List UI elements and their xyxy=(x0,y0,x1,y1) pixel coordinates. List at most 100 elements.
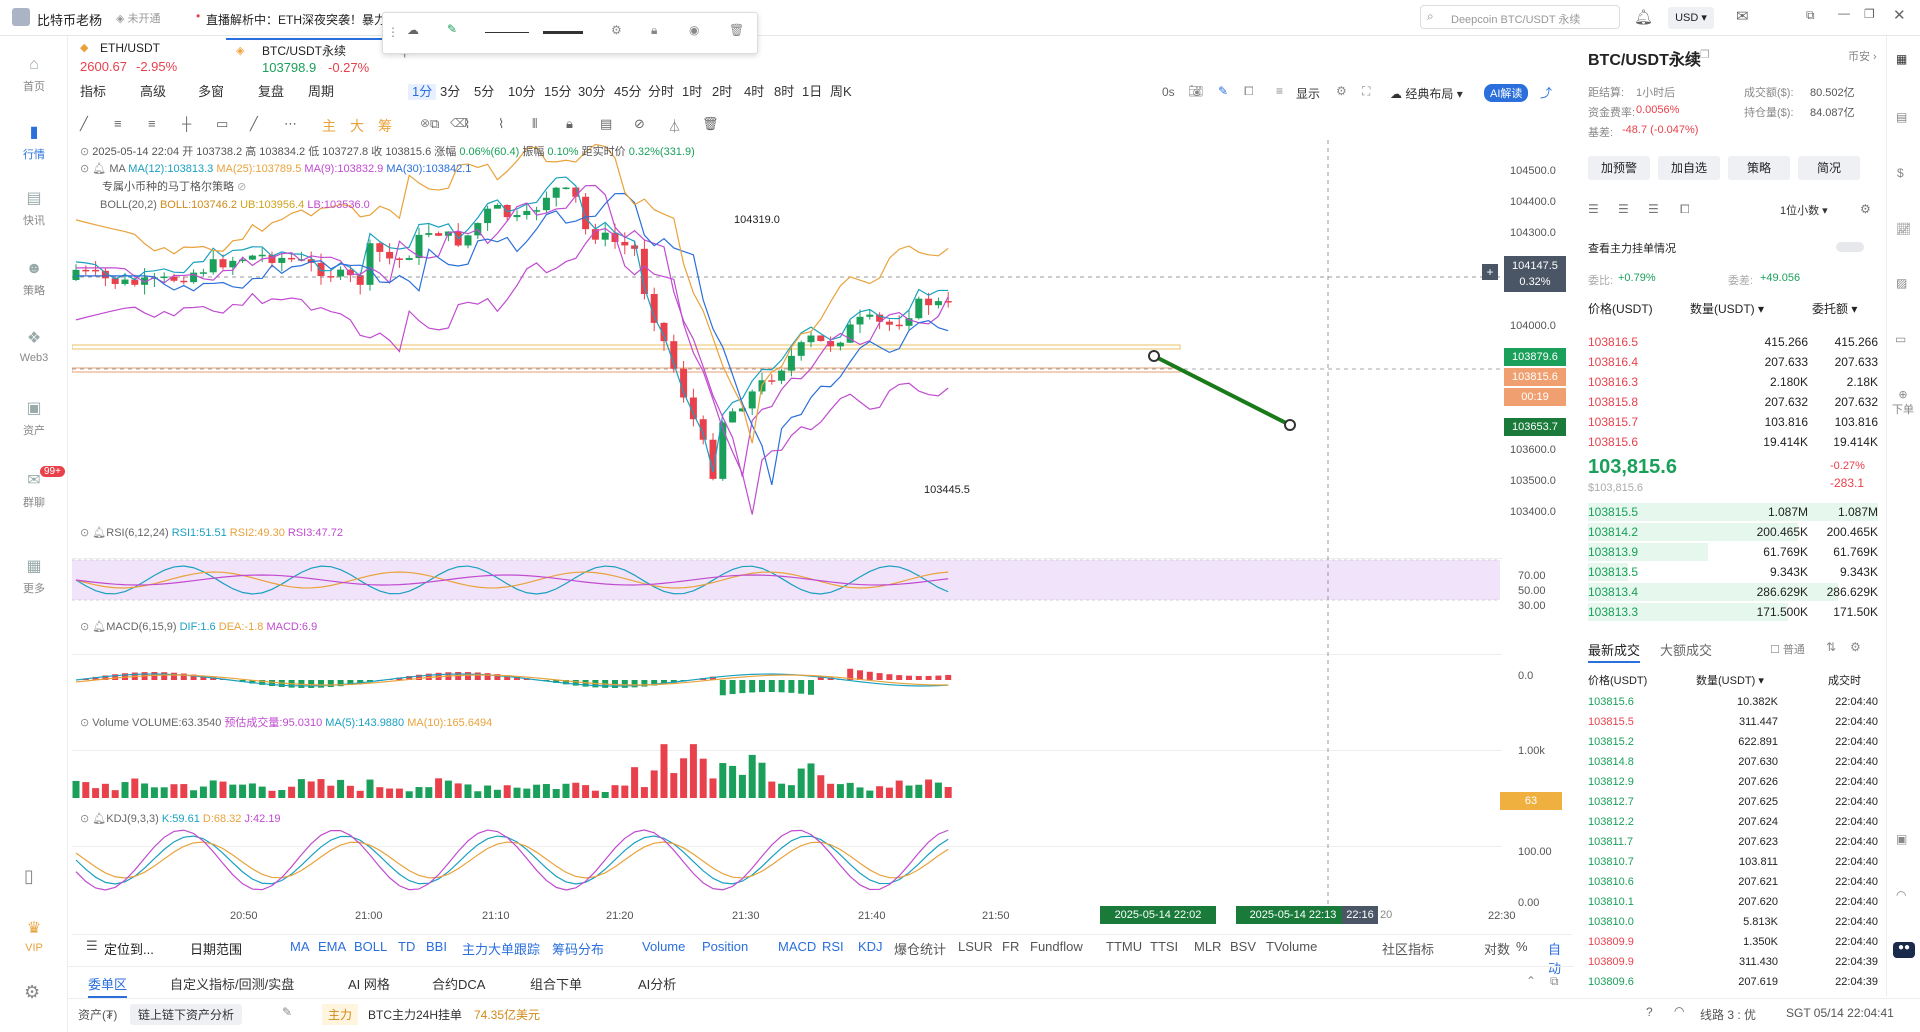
draw-tool-6-icon[interactable]: ⋯ xyxy=(284,116,297,132)
sort-icon[interactable]: ⇅ xyxy=(1826,640,1836,654)
expand-icon[interactable]: ⧉ xyxy=(1550,974,1559,989)
period-2[interactable]: 多窗 xyxy=(198,84,224,100)
nav-wallet[interactable]: ▣ 资产 xyxy=(0,400,68,438)
nav-home[interactable]: ⌂ 首页 xyxy=(0,56,68,94)
tab-big-trades[interactable]: 大额成交 xyxy=(1660,640,1712,659)
bot-icon[interactable]: ●● xyxy=(1893,942,1915,958)
ask-row[interactable]: 103816.4 207.633 207.633 xyxy=(1588,352,1878,372)
draw-tool-10-icon[interactable]: ⧉ xyxy=(430,116,439,132)
tab-latest-trades[interactable]: 最新成交 xyxy=(1588,640,1641,663)
window-icon[interactable]: ⧠ xyxy=(1244,84,1254,99)
currency-select[interactable]: USD ▾ xyxy=(1668,7,1714,29)
layout-button[interactable]: ☁ 经典布局 ▾ xyxy=(1390,85,1463,102)
draw-tool-2-icon[interactable]: ≡ xyxy=(148,116,156,131)
line-style-select[interactable] xyxy=(485,32,529,33)
draw-tool-13-icon[interactable]: ⫴ xyxy=(532,116,537,132)
collapse-icon[interactable]: ⊙ 🔔︎ xyxy=(80,813,106,825)
collapse-icon[interactable]: ⊙ 🔔︎ xyxy=(80,163,106,175)
axis-mode-1[interactable]: % xyxy=(1516,939,1528,954)
indicator-item[interactable]: BBI xyxy=(426,939,447,954)
period-7[interactable]: 5分 xyxy=(474,84,494,100)
period-4[interactable]: 周期 xyxy=(308,84,334,100)
period-1[interactable]: 高级 xyxy=(140,84,166,100)
asset-label[interactable]: 资产(₮) xyxy=(78,1006,117,1023)
action-button-1[interactable]: 加自选 xyxy=(1658,156,1720,180)
indicator-item[interactable]: KDJ xyxy=(858,939,883,954)
help-icon[interactable]: ? xyxy=(1646,1005,1653,1019)
chain-asset-button[interactable]: 链上链下资产分析 xyxy=(130,1004,243,1025)
draw-tool-12-icon[interactable]: ⌇ xyxy=(498,116,504,132)
tab-eth[interactable]: ◆ ETH/USDT 2600.67 -2.95% xyxy=(70,38,222,78)
draw-tool-3-icon[interactable]: ┼ xyxy=(182,116,191,131)
collapse-icon[interactable]: ⊙ 🔔︎ xyxy=(80,621,106,633)
period-18[interactable]: 周K xyxy=(830,84,852,100)
maximize-icon[interactable]: ❐ xyxy=(1864,7,1875,21)
ask-row[interactable]: 103816.3 2.180K 2.18K xyxy=(1588,372,1878,392)
collapse-icon[interactable]: ⊙ xyxy=(80,717,89,729)
indicator-item[interactable]: FR xyxy=(1002,939,1019,954)
settings-icon[interactable]: ⚙ xyxy=(1860,202,1871,216)
draw-tool-5-icon[interactable]: ╱ xyxy=(250,116,258,132)
action-button-3[interactable]: 简况 xyxy=(1798,156,1860,180)
date-range-select[interactable]: 日期范围 xyxy=(190,939,242,958)
collapse-icon[interactable]: ⊙ xyxy=(80,146,89,158)
both-side-icon[interactable]: ☰ xyxy=(1588,202,1599,216)
overlay-tool-2[interactable]: 筹 xyxy=(378,116,392,136)
col-total[interactable]: 委托额 ▾ xyxy=(1812,300,1857,317)
mail-icon[interactable]: ✉ xyxy=(1736,7,1749,25)
indicator-item[interactable]: RSI xyxy=(822,939,844,954)
bid-row[interactable]: 103813.3 171.500K 171.50K xyxy=(1588,602,1878,622)
settings-icon[interactable]: ⚙ xyxy=(1850,640,1861,654)
bottom-tab-1[interactable]: 自定义指标/回测/实盘 xyxy=(170,974,294,993)
nav-chat[interactable]: ✉ 群聊 99+ xyxy=(0,466,68,510)
add-alert-icon[interactable]: + xyxy=(1482,264,1498,280)
share-icon[interactable]: ⤴ xyxy=(1540,84,1552,101)
settings-icon[interactable]: ⚙ xyxy=(1336,84,1347,98)
close-icon[interactable]: ✕ xyxy=(1893,6,1906,24)
draw-tool-16-icon[interactable]: ⊘ xyxy=(634,116,645,132)
indicator-item[interactable]: MACD xyxy=(778,939,816,954)
bottom-tab-4[interactable]: 组合下单 xyxy=(530,974,582,993)
minimize-icon[interactable]: — xyxy=(1838,6,1850,20)
draw-tool-14-icon[interactable]: 🔒︎ xyxy=(566,116,573,132)
hide-icon[interactable]: ⊘ xyxy=(237,181,246,193)
indicator-item[interactable]: TD xyxy=(398,939,415,954)
bottom-tab-5[interactable]: AI分析 xyxy=(638,974,676,993)
bid-row[interactable]: 103813.9 61.769K 61.769K xyxy=(1588,542,1878,562)
list-icon[interactable]: ≡ xyxy=(1276,84,1283,98)
strategy-name[interactable]: 专属小币种的马丁格尔策略 xyxy=(102,181,234,193)
stats-icon[interactable]: 📈︎ xyxy=(1896,222,1911,236)
main-orders-toggle[interactable] xyxy=(1836,242,1864,252)
nav-more[interactable]: ▦ 更多 xyxy=(0,558,68,596)
draw-tool-0-icon[interactable]: ╱ xyxy=(80,116,88,132)
col-qty[interactable]: 数量(USDT) ▾ xyxy=(1690,300,1764,317)
pen-color-icon[interactable]: ✎ xyxy=(447,22,457,36)
ask-row[interactable]: 103815.6 19.414K 19.414K xyxy=(1588,432,1878,452)
period-9[interactable]: 15分 xyxy=(544,84,571,100)
display-button[interactable]: 显示 xyxy=(1296,85,1320,102)
indicator-item[interactable]: EMA xyxy=(318,939,346,954)
lock-icon[interactable]: 🔒︎ xyxy=(651,23,657,38)
exchange-select[interactable]: 币安 › xyxy=(1848,48,1877,64)
ask-row[interactable]: 103815.7 103.816 103.816 xyxy=(1588,412,1878,432)
period-8[interactable]: 10分 xyxy=(508,84,535,100)
drag-handle-icon[interactable]: ⋮ xyxy=(387,25,399,39)
indicator-item[interactable]: Fundflow xyxy=(1030,939,1083,954)
indicator-item[interactable]: TVolume xyxy=(1266,939,1317,954)
settings-icon[interactable]: ⚙ xyxy=(24,982,40,1003)
etf-icon[interactable]: ▭ xyxy=(1895,332,1906,346)
period-11[interactable]: 45分 xyxy=(614,84,641,100)
dollar-icon[interactable]: $ xyxy=(1897,166,1904,180)
main-orders-text[interactable]: BTC主力24H挂单 xyxy=(368,1006,462,1023)
period-13[interactable]: 1时 xyxy=(682,84,702,100)
action-button-2[interactable]: 策略 xyxy=(1728,156,1790,180)
username[interactable]: 比特币老杨 xyxy=(37,10,102,29)
axis-mode-0[interactable]: 对数 xyxy=(1484,939,1510,958)
nav-chart[interactable]: ▮ 行情 xyxy=(0,124,68,162)
indicator-item[interactable]: LSUR xyxy=(958,939,993,954)
avatar[interactable] xyxy=(12,8,30,26)
bid-row[interactable]: 103815.5 1.087M 1.087M xyxy=(1588,502,1878,522)
copy-icon[interactable]: ❐ xyxy=(1700,48,1710,61)
draw-tool-4-icon[interactable]: ▭ xyxy=(216,116,228,132)
eye-icon[interactable]: ◉ xyxy=(689,23,699,37)
